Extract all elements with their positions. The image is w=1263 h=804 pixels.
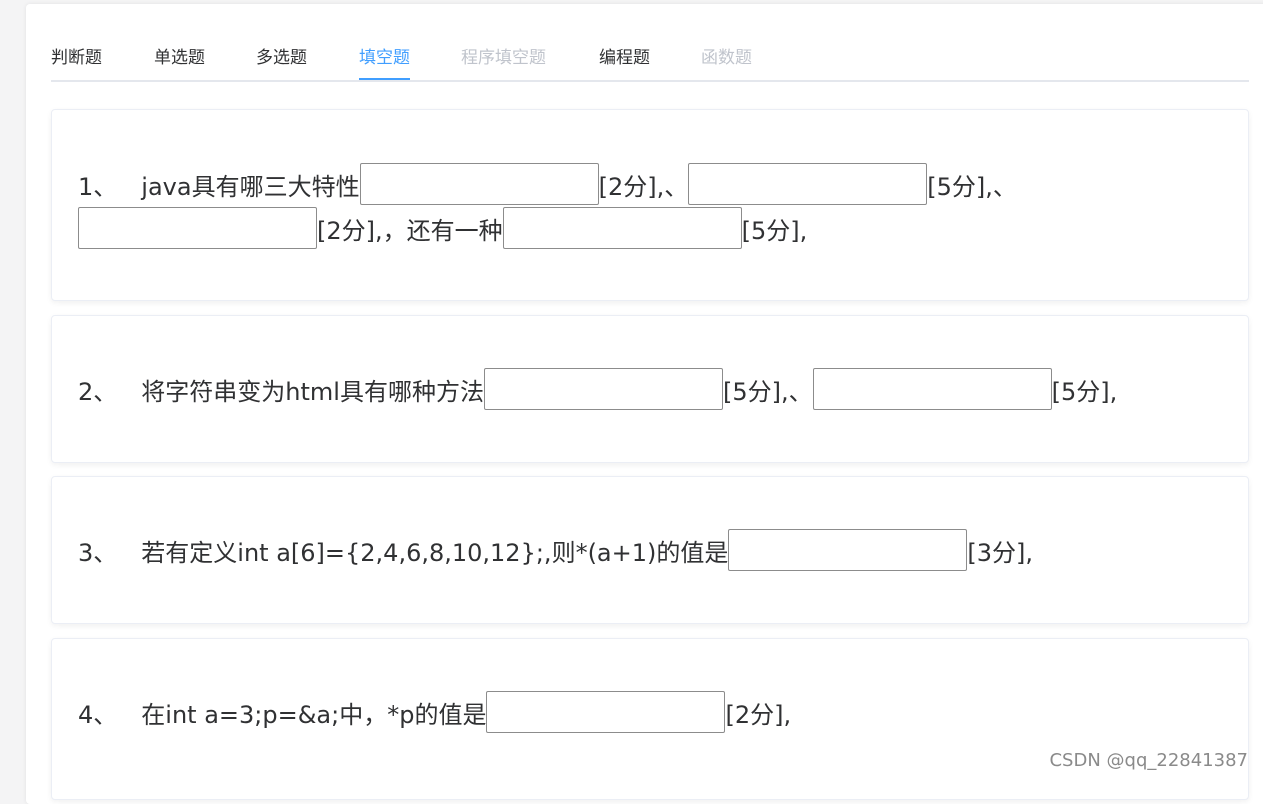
question-type-tabs: 判断题 单选题 多选题 填空题 程序填空题 编程题 函数题 bbox=[51, 42, 1249, 82]
question-card-4: 4、 在int a=3;p=&a;中，*p的值是 [2分], bbox=[51, 638, 1249, 800]
answer-blank-1-3[interactable] bbox=[78, 207, 317, 249]
question-number: 2、 bbox=[78, 372, 117, 407]
tab-function[interactable]: 函数题 bbox=[701, 42, 752, 78]
tab-program-fill-blank[interactable]: 程序填空题 bbox=[461, 42, 546, 78]
question-number: 1、 bbox=[78, 167, 117, 202]
question-3-line-1: 3、 若有定义int a[6]={2,4,6,8,10,12};,则*(a+1)… bbox=[78, 529, 1033, 571]
question-stem: java具有哪三大特性 bbox=[141, 167, 359, 202]
blank-score: [3分], bbox=[967, 533, 1033, 568]
question-1-line-1: 1、 java具有哪三大特性 [2分],、 [5分],、 bbox=[78, 163, 1017, 205]
blank-score: [5分], bbox=[742, 211, 808, 246]
tab-single-choice[interactable]: 单选题 bbox=[154, 42, 205, 78]
question-card-3: 3、 若有定义int a[6]={2,4,6,8,10,12};,则*(a+1)… bbox=[51, 476, 1249, 624]
blank-score: [5分],、 bbox=[927, 167, 1017, 202]
blank-score: [2分], bbox=[725, 695, 791, 730]
question-number: 4、 bbox=[78, 695, 117, 730]
answer-blank-1-2[interactable] bbox=[688, 163, 927, 205]
main-panel: 判断题 单选题 多选题 填空题 程序填空题 编程题 函数题 1、 java具有哪… bbox=[26, 4, 1263, 804]
tab-programming[interactable]: 编程题 bbox=[599, 42, 650, 78]
question-2-line-1: 2、 将字符串变为html具有哪种方法 [5分],、 [5分], bbox=[78, 368, 1117, 410]
blank-score: [2分],，还有一种 bbox=[317, 211, 503, 246]
question-number: 3、 bbox=[78, 533, 117, 568]
tab-multiple-choice[interactable]: 多选题 bbox=[256, 42, 307, 78]
question-card-2: 2、 将字符串变为html具有哪种方法 [5分],、 [5分], bbox=[51, 315, 1249, 463]
question-stem: 将字符串变为html具有哪种方法 bbox=[141, 372, 484, 407]
watermark: CSDN @qq_22841387 bbox=[1049, 750, 1248, 771]
question-stem: 若有定义int a[6]={2,4,6,8,10,12};,则*(a+1)的值是 bbox=[141, 533, 728, 568]
question-card-1: 1、 java具有哪三大特性 [2分],、 [5分],、 [2分],，还有一种 … bbox=[51, 109, 1249, 301]
active-tab-indicator bbox=[359, 78, 410, 80]
blank-score: [5分], bbox=[1052, 372, 1118, 407]
blank-score: [2分],、 bbox=[599, 167, 689, 202]
blank-score: [5分],、 bbox=[723, 372, 813, 407]
answer-blank-2-1[interactable] bbox=[484, 368, 723, 410]
question-stem: 在int a=3;p=&a;中，*p的值是 bbox=[141, 695, 486, 730]
tab-true-false[interactable]: 判断题 bbox=[51, 42, 102, 78]
question-1-line-2: [2分],，还有一种 [5分], bbox=[78, 207, 807, 249]
answer-blank-2-2[interactable] bbox=[813, 368, 1052, 410]
answer-blank-4-1[interactable] bbox=[486, 691, 725, 733]
tab-fill-blank[interactable]: 填空题 bbox=[359, 42, 410, 78]
answer-blank-3-1[interactable] bbox=[728, 529, 967, 571]
answer-blank-1-4[interactable] bbox=[503, 207, 742, 249]
question-4-line-1: 4、 在int a=3;p=&a;中，*p的值是 [2分], bbox=[78, 691, 791, 733]
answer-blank-1-1[interactable] bbox=[360, 163, 599, 205]
